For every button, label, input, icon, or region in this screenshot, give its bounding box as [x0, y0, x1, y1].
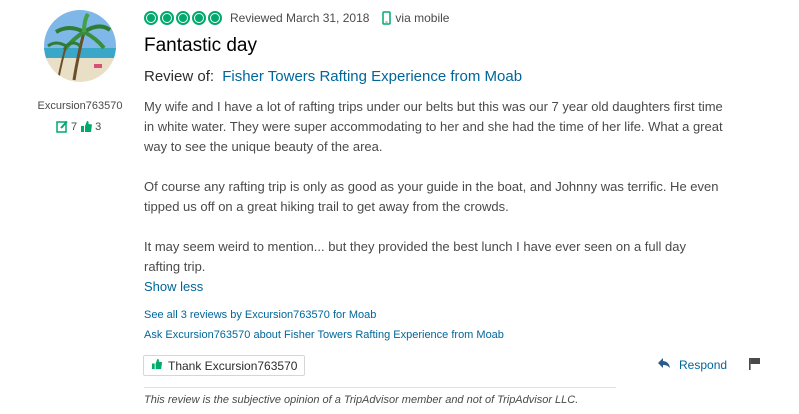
thank-button[interactable]: Thank Excursion763570 — [143, 355, 306, 376]
disclaimer-text: This review is the subjective opinion of… — [144, 394, 579, 406]
rating-row: Reviewed March 31, 2018 via mobile — [144, 11, 449, 25]
review-paragraph: Of course any rafting trip is only as go… — [144, 179, 719, 214]
review-body: My wife and I have a lot of rafting trip… — [144, 97, 724, 297]
helpful-votes: 3 — [95, 120, 102, 133]
rating-bubble-icon — [176, 11, 190, 25]
thumbs-up-icon — [80, 120, 93, 133]
mobile-phone-icon — [382, 11, 392, 25]
avatar[interactable] — [44, 10, 116, 82]
reply-arrow-icon — [657, 357, 679, 372]
bubble-rating — [144, 11, 222, 25]
thumbs-up-icon — [151, 358, 168, 373]
review-title: Fantastic day — [144, 35, 257, 56]
attraction-link[interactable]: Fisher Towers Rafting Experience from Mo… — [222, 68, 522, 85]
respond-label: Respond — [679, 357, 728, 372]
reviewer-stats: 7 3 — [56, 120, 104, 133]
reviewed-date: Reviewed March 31, 2018 — [230, 11, 370, 25]
thank-button-label: Thank Excursion763570 — [168, 358, 298, 373]
review-of-label: Review of: — [144, 68, 215, 85]
see-all-reviews-link[interactable]: See all 3 reviews by Excursion763570 for… — [144, 309, 376, 321]
review-paragraph: It may seem weird to mention... but they… — [144, 239, 686, 274]
flag-icon[interactable] — [748, 357, 761, 375]
reviewer-username[interactable]: Excursion763570 — [0, 100, 160, 112]
rating-bubble-icon — [144, 11, 158, 25]
rating-bubble-icon — [192, 11, 206, 25]
ask-reviewer-link[interactable]: Ask Excursion763570 about Fisher Towers … — [144, 329, 504, 341]
rating-bubble-icon — [208, 11, 222, 25]
divider — [144, 387, 616, 388]
review-of: Review of: Fisher Towers Rafting Experie… — [144, 68, 522, 85]
review-paragraph: My wife and I have a lot of rafting trip… — [144, 99, 723, 154]
respond-button[interactable]: Respond — [657, 357, 727, 372]
review-count-icon — [56, 120, 69, 133]
palm-beach-avatar-image — [44, 10, 116, 82]
review-count: 7 — [71, 120, 78, 133]
via-mobile-label: via mobile — [395, 11, 450, 25]
show-less-link[interactable]: Show less — [144, 279, 203, 294]
rating-bubble-icon — [160, 11, 174, 25]
